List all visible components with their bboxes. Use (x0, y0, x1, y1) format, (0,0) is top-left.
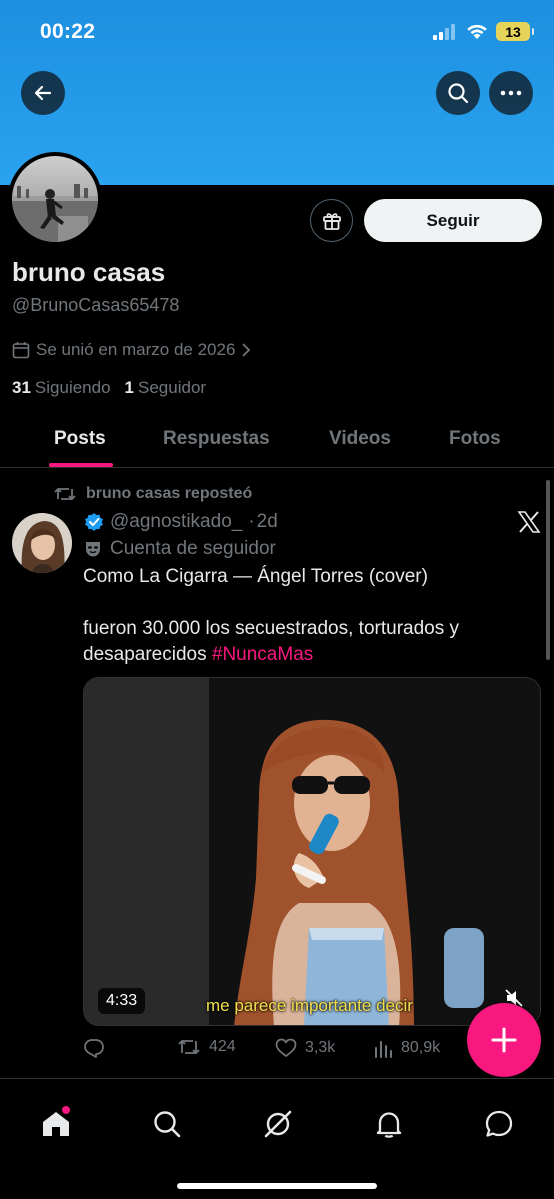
search-icon (448, 83, 469, 104)
post-time: 2d (256, 511, 278, 532)
retweet-button[interactable]: 424 (177, 1038, 236, 1056)
views-button[interactable]: 80,9k (373, 1038, 440, 1058)
followers-count: 1 (124, 378, 135, 397)
repost-text: bruno casas reposteó (86, 485, 253, 502)
retweet-icon (178, 1040, 200, 1054)
profile-tabs: Posts Respuestas Videos Fotos (0, 410, 554, 468)
views-icon (375, 1041, 392, 1058)
notifications-icon (376, 1112, 402, 1138)
post-video[interactable]: 4:33 me parece importante decir (83, 677, 541, 1026)
chevron-right-icon (242, 343, 251, 357)
status-indicators: 13 (432, 22, 534, 41)
x-logo (517, 510, 541, 539)
messages-icon (485, 1110, 513, 1137)
back-button[interactable] (21, 71, 65, 115)
gift-button[interactable] (310, 199, 353, 242)
following-count: 31 (12, 378, 31, 397)
like-count: 3,3k (305, 1039, 336, 1056)
following-label: Siguiendo (34, 378, 111, 397)
follow-stats: 31 Siguiendo 1 Seguidor (12, 378, 206, 398)
nav-notifications[interactable] (369, 1104, 409, 1144)
repost-indicator: bruno casas reposteó (54, 485, 252, 503)
follow-button[interactable]: Seguir (364, 199, 542, 242)
tab-respuestas[interactable]: Respuestas (163, 428, 270, 450)
post-actions: 424 3,3k 80,9k (83, 1038, 523, 1064)
search-icon (154, 1111, 181, 1138)
nav-home[interactable] (36, 1104, 76, 1144)
more-icon (500, 90, 522, 96)
scrollbar[interactable] (546, 480, 550, 660)
like-icon (275, 1038, 297, 1058)
hashtag-link[interactable]: #NuncaMas (212, 644, 313, 665)
gift-icon (322, 212, 341, 230)
post-text-line-1: Como La Cigarra — Ángel Torres (cover) (83, 566, 428, 587)
wifi-icon (467, 24, 487, 39)
views-count: 80,9k (401, 1039, 441, 1056)
tab-posts[interactable]: Posts (54, 428, 106, 450)
video-duration: 4:33 (98, 988, 146, 1014)
bottom-nav (0, 1078, 554, 1199)
following-link[interactable]: 31 Siguiendo (12, 378, 111, 398)
nav-messages[interactable] (479, 1104, 519, 1144)
followers-label: Seguidor (138, 378, 207, 397)
search-button[interactable] (436, 71, 480, 115)
followers-link[interactable]: 1 Seguidor (125, 378, 207, 398)
grok-icon (264, 1110, 292, 1138)
account-label-text: Cuenta de seguidor (110, 538, 276, 559)
display-name: bruno casas (12, 257, 166, 287)
compose-button[interactable] (467, 1003, 541, 1077)
post-author-line: @agnostikado_ · 2d (84, 511, 278, 533)
tab-videos[interactable]: Videos (329, 428, 391, 450)
joined-date[interactable]: Se unió en marzo de 2026 (12, 340, 251, 360)
tab-fotos[interactable]: Fotos (449, 428, 501, 450)
profile-avatar[interactable] (8, 152, 102, 246)
notification-dot (62, 1106, 70, 1114)
reply-icon (84, 1039, 104, 1058)
plus-icon (491, 1027, 517, 1053)
mask-icon (86, 542, 100, 557)
account-label: Cuenta de seguidor (84, 538, 276, 560)
video-frame (84, 678, 540, 1025)
post-body: Como La Cigarra — Ángel Torres (cover) f… (83, 564, 523, 668)
profile-handle: @BrunoCasas65478 (12, 295, 180, 315)
more-button[interactable] (489, 71, 533, 115)
repost-icon (54, 488, 76, 500)
signal-icon (433, 23, 455, 40)
post-author-avatar[interactable] (12, 513, 72, 573)
video-caption: me parece importante decir (206, 996, 413, 1015)
post-text-line-2: fueron 30.000 los secuestrados, torturad… (83, 616, 523, 668)
nav-grok[interactable] (258, 1104, 298, 1144)
joined-text: Se unió en marzo de 2026 (36, 340, 236, 359)
nav-search[interactable] (147, 1104, 187, 1144)
calendar-icon (12, 342, 30, 359)
retweet-count: 424 (209, 1038, 236, 1055)
post-time-separator: · (248, 511, 255, 532)
like-button[interactable]: 3,3k (275, 1038, 335, 1058)
post-author-handle[interactable]: @agnostikado_ (110, 511, 242, 533)
active-tab-indicator (49, 463, 113, 467)
home-indicator (177, 1183, 377, 1189)
battery-indicator: 13 (496, 22, 534, 41)
status-bar: 00:22 13 (0, 0, 554, 66)
reply-button[interactable] (83, 1038, 105, 1058)
status-time: 00:22 (40, 20, 96, 43)
verified-badge-icon (85, 513, 103, 531)
x-logo-icon (517, 511, 541, 533)
avatar-image (12, 156, 98, 242)
back-arrow-icon (34, 85, 52, 101)
